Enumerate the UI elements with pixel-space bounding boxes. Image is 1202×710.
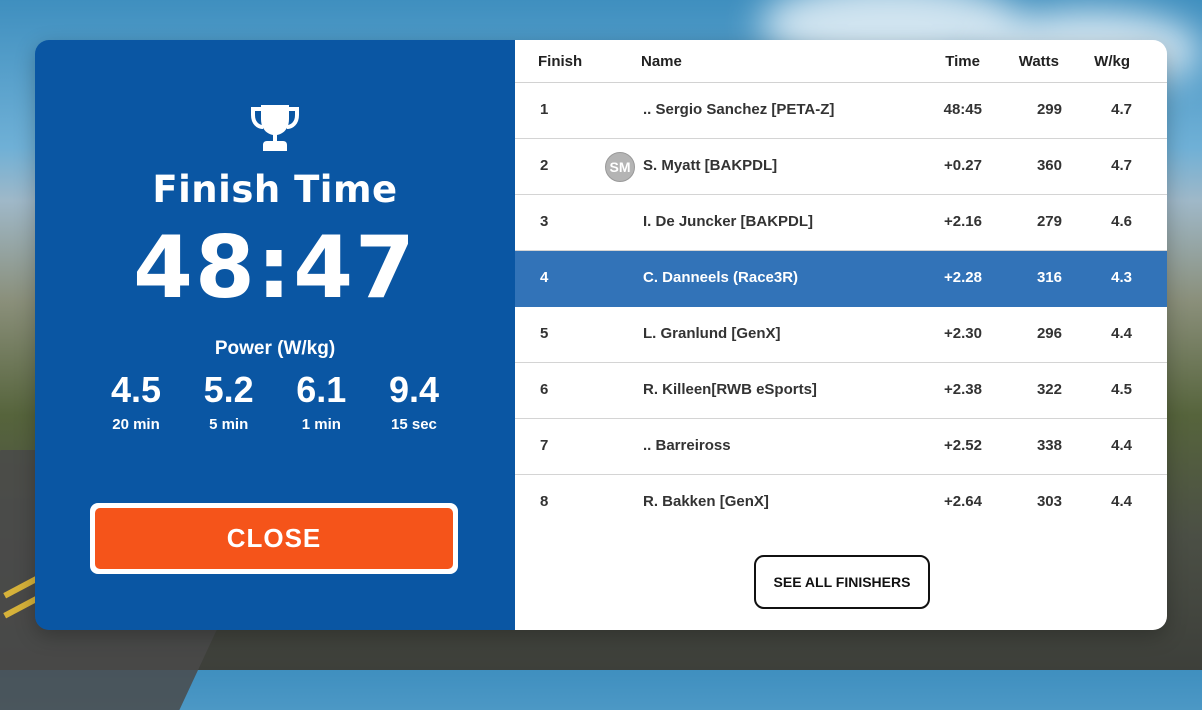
power-stat: 5.2 5 min [183,368,275,433]
header-wkg: W/kg [1094,53,1130,70]
rider-position: 2 [540,157,549,174]
table-row[interactable]: 7 .. Barreiross +2.52 338 4.4 [515,419,1167,475]
rider-time: +2.52 [944,437,982,454]
rider-position: 1 [540,101,549,118]
see-all-finishers-button[interactable]: SEE ALL FINISHERS [754,555,930,609]
power-stat: 4.5 20 min [90,368,182,433]
power-label: Power (W/kg) [214,338,336,359]
rider-watts: 322 [1036,381,1062,398]
rider-name: L. Granlund [GenX] [643,325,781,342]
rider-watts: 303 [1036,493,1062,510]
rider-time: 48:45 [943,101,982,118]
rider-watts: 299 [1036,101,1062,118]
race-results-modal: Finish Time 48:47 Power (W/kg) 4.5 20 mi… [35,40,1167,630]
finish-time-label: Finish Time [152,168,398,211]
power-stat-duration: 15 sec [391,416,437,433]
rider-wkg: 4.5 [1111,381,1132,398]
rider-watts: 296 [1036,325,1062,342]
rider-name: I. De Juncker [BAKPDL] [643,213,814,230]
rider-position: 4 [540,269,549,286]
trophy-icon [251,105,299,151]
power-stat-value: 4.5 [110,369,162,410]
power-stat-value: 5.2 [203,369,254,410]
rider-time: +2.30 [944,325,982,342]
power-stat-duration: 20 min [112,416,160,433]
power-stat-value: 9.4 [388,369,439,410]
rider-time: +2.64 [944,493,982,510]
table-row[interactable]: 5 L. Granlund [GenX] +2.30 296 4.4 [515,307,1167,363]
rider-wkg: 4.4 [1111,493,1132,510]
table-header: Finish Name Time Watts W/kg [515,40,1167,83]
table-row[interactable]: 1 .. Sergio Sanchez [PETA-Z] 48:45 299 4.7 [515,83,1167,139]
header-watts: Watts [1018,53,1059,70]
results-table-panel: Finish Name Time Watts W/kg 1 .. Sergio S… [515,40,1167,630]
power-stat-duration: 1 min [301,416,341,433]
finish-summary-panel: Finish Time 48:47 Power (W/kg) 4.5 20 mi… [35,40,515,630]
header-finish: Finish [538,53,583,70]
rider-name: .. Sergio Sanchez [PETA-Z] [643,101,835,118]
rider-wkg: 4.3 [1111,269,1132,286]
rider-watts: 316 [1036,269,1062,286]
rider-name: C. Danneels (Race3R) [643,269,799,286]
power-stats: 4.5 20 min 5.2 5 min 6.1 1 min 9.4 15 se… [90,368,460,433]
rider-time: +2.38 [944,381,982,398]
rider-wkg: 4.4 [1111,437,1132,454]
rider-wkg: 4.7 [1111,157,1132,174]
close-button[interactable]: CLOSE [90,503,458,574]
header-time: Time [945,53,980,70]
rider-time: +0.27 [944,157,982,174]
rider-name: S. Myatt [BAKPDL] [643,157,778,174]
rider-position: 3 [540,213,549,230]
rider-wkg: 4.4 [1111,325,1132,342]
table-row[interactable]: 3 I. De Juncker [BAKPDL] +2.16 279 4.6 [515,195,1167,251]
rider-wkg: 4.7 [1111,101,1132,118]
rider-position: 6 [540,381,549,398]
rider-time: +2.16 [944,213,982,230]
rider-position: 8 [540,493,549,510]
results-table-body: 1 .. Sergio Sanchez [PETA-Z] 48:45 299 4.7 2 S… [515,83,1167,530]
power-stat: 6.1 1 min [275,368,367,433]
header-name: Name [641,53,682,70]
rider-name: R. Killeen[RWB eSports] [643,381,817,398]
table-row-current-rider[interactable]: 4 C. Danneels (Race3R) +2.28 316 4.3 [515,251,1167,307]
rider-name: .. Barreiross [643,437,731,454]
rider-position: 5 [540,325,549,342]
rider-wkg: 4.6 [1111,213,1132,230]
rider-watts: 279 [1036,213,1062,230]
rider-time: +2.28 [944,269,982,286]
finish-time-value: 48:47 [133,218,417,318]
avatar: SM [605,152,635,182]
rider-watts: 360 [1036,157,1062,174]
power-stat: 9.4 15 sec [368,368,460,433]
power-stat-value: 6.1 [296,369,347,410]
power-stat-duration: 5 min [209,416,249,433]
rider-position: 7 [540,437,549,454]
close-button-label: CLOSE [95,508,453,569]
table-row[interactable]: 8 R. Bakken [GenX] +2.64 303 4.4 [515,475,1167,530]
rider-name: R. Bakken [GenX] [643,493,769,510]
rider-watts: 338 [1036,437,1062,454]
table-row[interactable]: 2 S. Myatt [BAKPDL] +0.27 360 4.7 SM [515,139,1167,195]
table-row[interactable]: 6 R. Killeen[RWB eSports] +2.38 322 4.5 [515,363,1167,419]
